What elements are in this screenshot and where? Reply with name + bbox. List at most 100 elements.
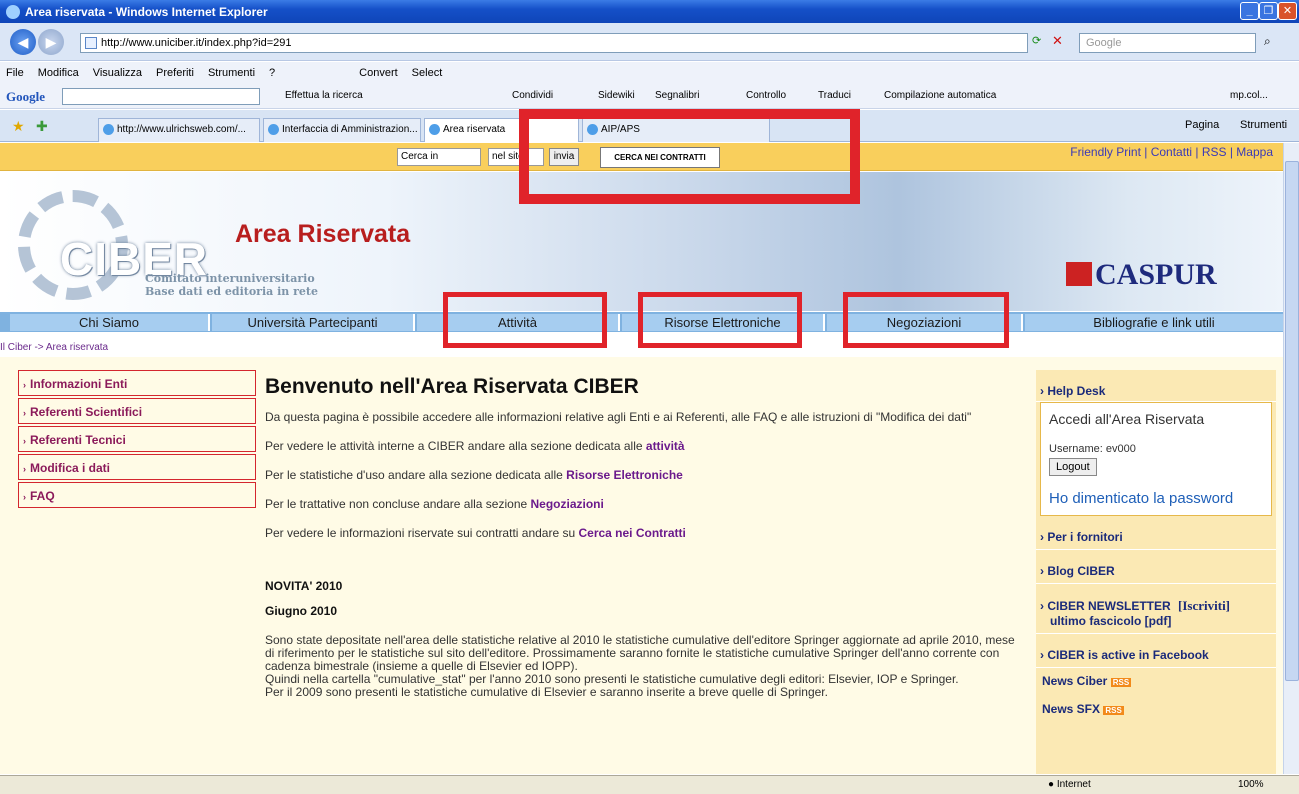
highlight-attivita xyxy=(443,292,607,348)
url-text: http://www.uniciber.it/index.php?id=291 xyxy=(101,37,292,49)
google-search-button[interactable]: Effettua la ricerca xyxy=(285,90,363,101)
left-menu-faq[interactable]: › FAQ xyxy=(18,482,256,508)
address-toolbar: ◀ ▶ http://www.uniciber.it/index.php?id=… xyxy=(0,23,1299,61)
left-menu-label: Referenti Scientifici xyxy=(30,405,143,419)
newsletter-label: CIBER NEWSLETTER xyxy=(1047,599,1171,613)
p3-text: Per le trattative non concluse andare al… xyxy=(265,497,531,511)
help-desk-label: Help Desk xyxy=(1047,384,1106,398)
blog-link[interactable]: › Blog CIBER xyxy=(1036,550,1276,584)
menu-help[interactable]: ? xyxy=(269,67,275,79)
left-menu-informazioni-enti[interactable]: › Informazioni Enti xyxy=(18,370,256,396)
menu-bar: File Modifica Visualizza Preferiti Strum… xyxy=(0,62,1299,84)
left-menu-label: Informazioni Enti xyxy=(30,377,128,391)
stop-icon[interactable]: ✕ xyxy=(1052,33,1063,49)
rss-icon: RSS xyxy=(1110,678,1132,687)
p1-text: Per vedere le attività interne a CIBER a… xyxy=(265,439,646,453)
minimize-button[interactable]: _ xyxy=(1240,2,1259,20)
google-search-input[interactable] xyxy=(62,88,260,105)
left-menu-label: FAQ xyxy=(30,489,55,503)
username-text: Username: ev000 xyxy=(1049,443,1136,455)
google-logo: Google xyxy=(6,89,45,104)
url-input[interactable]: http://www.uniciber.it/index.php?id=291 xyxy=(80,33,1028,53)
caspur-logo-mark xyxy=(1066,262,1092,286)
window-title: Area riservata - Windows Internet Explor… xyxy=(25,4,268,19)
add-favorite-icon[interactable]: ✚ xyxy=(36,118,48,135)
comitato-line2: Base dati ed editoria in rete xyxy=(145,285,318,298)
vertical-scrollbar[interactable] xyxy=(1283,143,1299,774)
nav-universita[interactable]: Università Partecipanti xyxy=(212,314,415,331)
tab-interfaccia[interactable]: Interfaccia di Amministrazion... xyxy=(263,118,421,142)
menu-preferiti[interactable]: Preferiti xyxy=(156,67,194,79)
user-account[interactable]: mp.col... xyxy=(1230,90,1268,101)
forgot-password-link[interactable]: Ho dimenticato la password xyxy=(1049,490,1263,507)
news-sfx-link[interactable]: News SFX RSS xyxy=(1036,688,1276,716)
left-menu-label: Referenti Tecnici xyxy=(30,433,126,447)
tab-ulrichsweb[interactable]: http://www.ulrichsweb.com/... xyxy=(98,118,260,142)
close-button[interactable]: ✕ xyxy=(1278,2,1297,20)
back-button[interactable]: ◀ xyxy=(10,29,36,55)
news-text: Sono state depositate nell'area delle st… xyxy=(265,633,1015,673)
traduci-button[interactable]: Traduci xyxy=(818,90,851,101)
intro-text: Da questa pagina è possibile accedere al… xyxy=(265,410,972,424)
top-links[interactable]: Friendly Print | Contatti | RSS | Mappa xyxy=(1070,145,1273,159)
breadcrumb[interactable]: Il Ciber -> Area riservata xyxy=(0,342,108,353)
comitato-line1: Comitato interuniversitario xyxy=(145,272,315,285)
left-menu-modifica-dati[interactable]: › Modifica i dati xyxy=(18,454,256,480)
main-content: Benvenuto nell'Area Riservata CIBER Da q… xyxy=(265,375,1025,699)
strumenti-menu[interactable]: Strumenti xyxy=(1240,119,1287,131)
condividi-button[interactable]: Condividi xyxy=(512,90,553,101)
right-sidebar: › Help Desk Accedi all'Area Riservata Us… xyxy=(1036,370,1276,774)
segnalibri-button[interactable]: Segnalibri xyxy=(655,90,699,101)
forward-button[interactable]: ▶ xyxy=(38,29,64,55)
novita-heading: NOVITA' 2010 xyxy=(265,579,343,593)
site-search-input[interactable]: Cerca in xyxy=(397,148,481,166)
news-ciber-label: News Ciber xyxy=(1042,674,1108,688)
news-ciber-link[interactable]: News Ciber RSS xyxy=(1036,668,1276,688)
menu-strumenti[interactable]: Strumenti xyxy=(208,67,255,79)
facebook-link[interactable]: › CIBER is active in Facebook xyxy=(1036,634,1276,668)
newsletter-link[interactable]: › CIBER NEWSLETTER [Iscriviti] ultimo fas… xyxy=(1036,584,1276,634)
menu-visualizza[interactable]: Visualizza xyxy=(93,67,142,79)
fascicolo-link[interactable]: ultimo fascicolo [pdf] xyxy=(1050,614,1171,628)
internet-zone: ● Internet xyxy=(1048,779,1091,790)
zoom-level[interactable]: 100% xyxy=(1238,779,1264,790)
news-sfx-label: News SFX xyxy=(1042,702,1101,716)
controllo-button[interactable]: Controllo xyxy=(746,90,786,101)
left-menu-label: Modifica i dati xyxy=(30,461,111,475)
convert-button[interactable]: Convert xyxy=(359,67,398,79)
comitato-text: Comitato interuniversitario Base dati ed… xyxy=(145,272,318,298)
maximize-button[interactable]: ❐ xyxy=(1259,2,1278,20)
page-viewport: Cerca in nel sito invia CERCA NEI CONTRA… xyxy=(0,143,1283,774)
favorites-star-icon[interactable]: ★ xyxy=(12,118,25,135)
menu-file[interactable]: File xyxy=(6,67,24,79)
caspur-logo: CASPUR xyxy=(1095,258,1217,291)
tab-label: Area riservata xyxy=(443,124,506,135)
p2-text: Per le statistiche d'uso andare alla sez… xyxy=(265,468,567,482)
select-button[interactable]: Select xyxy=(412,67,443,79)
scrollbar-thumb[interactable] xyxy=(1285,161,1299,681)
link-cerca-contratti[interactable]: Cerca nei Contratti xyxy=(578,526,685,540)
search-icon[interactable]: ⌕ xyxy=(1264,34,1271,49)
link-negoziazioni[interactable]: Negoziazioni xyxy=(531,497,604,511)
highlight-negoziazioni xyxy=(843,292,1009,348)
logout-button[interactable]: Logout xyxy=(1049,458,1097,476)
left-menu-referenti-scientifici[interactable]: › Referenti Scientifici xyxy=(18,398,256,424)
compilazione-button[interactable]: Compilazione automatica xyxy=(884,90,996,101)
left-menu-referenti-tecnici[interactable]: › Referenti Tecnici xyxy=(18,426,256,452)
iscriviti-link[interactable]: [Iscriviti] xyxy=(1178,598,1230,613)
help-desk-link[interactable]: › Help Desk xyxy=(1036,370,1276,402)
menu-modifica[interactable]: Modifica xyxy=(38,67,79,79)
banner-title: Area Riservata xyxy=(235,220,411,248)
nav-bibliografie[interactable]: Bibliografie e link utili xyxy=(1025,314,1283,331)
p4-text: Per vedere le informazioni riservate sui… xyxy=(265,526,579,540)
nav-chi-siamo[interactable]: Chi Siamo xyxy=(10,314,210,331)
giugno-heading: Giugno 2010 xyxy=(265,604,338,618)
arrow-icon: › xyxy=(23,492,26,502)
pagina-menu[interactable]: Pagina xyxy=(1185,119,1219,131)
refresh-icon[interactable]: ⟳ xyxy=(1032,34,1041,47)
fornitori-link[interactable]: › Per i fornitori xyxy=(1036,516,1276,550)
link-risorse[interactable]: Risorse Elettroniche xyxy=(566,468,683,482)
sidewiki-button[interactable]: Sidewiki xyxy=(598,90,635,101)
link-attivita[interactable]: attività xyxy=(646,439,685,453)
search-input[interactable]: Google xyxy=(1079,33,1256,53)
